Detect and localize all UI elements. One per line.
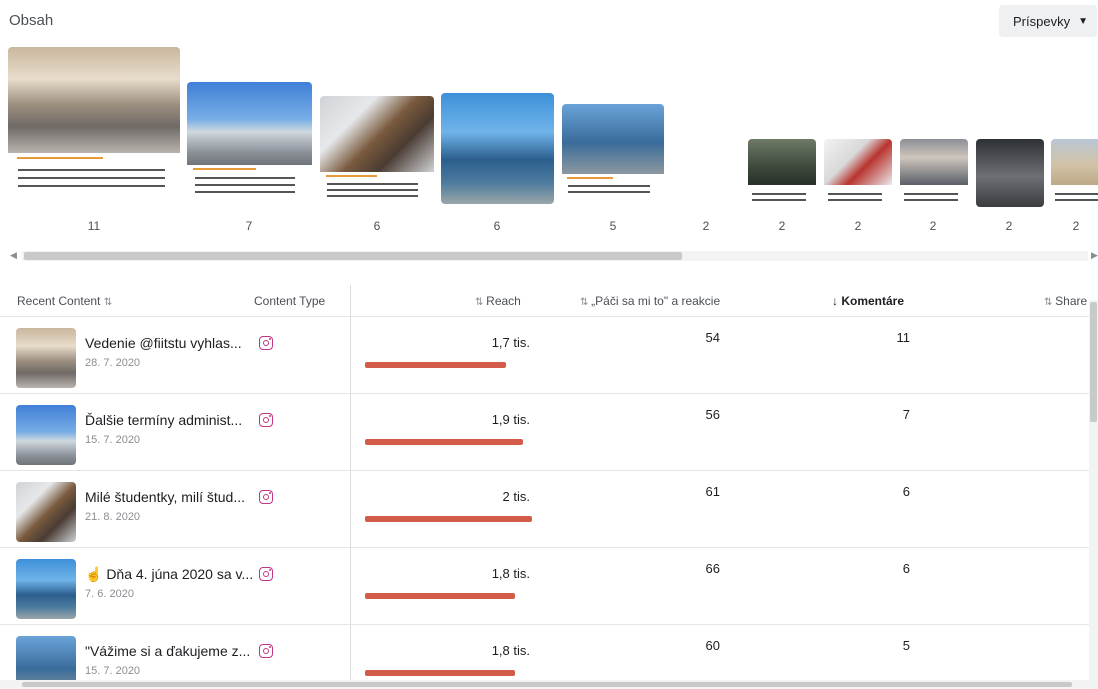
reach-bar bbox=[365, 439, 523, 445]
post-comment-count: 7 bbox=[245, 219, 253, 233]
table-row[interactable]: ☝ Dňa 4. júna 2020 sa v... 7. 6. 2020 1,… bbox=[0, 547, 1090, 624]
likes-value: 56 bbox=[705, 407, 720, 422]
instagram-icon bbox=[259, 567, 273, 581]
post-comment-count: 11 bbox=[87, 219, 101, 233]
table-row[interactable]: Vedenie @fiitstu vyhlas... 28. 7. 2020 1… bbox=[0, 316, 1090, 393]
likes-value: 61 bbox=[705, 484, 720, 499]
column-header-comments[interactable]: ↓ Komentáre bbox=[832, 294, 904, 308]
post-thumbnail[interactable] bbox=[748, 139, 816, 207]
instagram-icon bbox=[259, 336, 273, 350]
post-thumbnail[interactable] bbox=[8, 47, 180, 203]
post-comment-count: 2 bbox=[1072, 219, 1080, 233]
post-thumbnail[interactable] bbox=[16, 405, 76, 465]
strip-horizontal-scrollbar[interactable]: ◀ ▶ bbox=[0, 247, 1098, 265]
table-row[interactable]: Ďalšie termíny administ... 15. 7. 2020 1… bbox=[0, 393, 1090, 470]
post-comment-count: 5 bbox=[609, 219, 617, 233]
sort-icon: ⇅ bbox=[580, 297, 592, 308]
table-header: Recent Content ⇅ Content Type ⇅ Reach ⇅ … bbox=[0, 285, 1098, 317]
sort-icon: ⇅ bbox=[103, 297, 113, 308]
post-date: 21. 8. 2020 bbox=[85, 511, 141, 523]
post-thumbnail[interactable] bbox=[320, 96, 434, 204]
post-thumbnail[interactable] bbox=[562, 104, 664, 204]
table-vertical-scrollbar[interactable] bbox=[1089, 300, 1098, 689]
post-thumbnail[interactable] bbox=[900, 139, 968, 207]
content-table: Recent Content ⇅ Content Type ⇅ Reach ⇅ … bbox=[0, 285, 1098, 689]
reach-value: 1,7 tis. bbox=[491, 335, 530, 350]
post-comment-count: 2 bbox=[929, 219, 937, 233]
post-date: 15. 7. 2020 bbox=[85, 434, 141, 446]
post-date: 15. 7. 2020 bbox=[85, 665, 141, 677]
likes-value: 66 bbox=[705, 561, 720, 576]
scroll-left-arrow-icon[interactable]: ◀ bbox=[10, 250, 17, 261]
scrollbar-thumb[interactable] bbox=[22, 682, 1072, 687]
post-comment-count: 6 bbox=[373, 219, 381, 233]
post-comment-count: 6 bbox=[493, 219, 501, 233]
post-title[interactable]: Vedenie @fiitstu vyhlas... bbox=[85, 335, 242, 351]
comments-value: 11 bbox=[896, 330, 911, 345]
reach-value: 1,8 tis. bbox=[491, 566, 530, 581]
post-comment-count: 2 bbox=[778, 219, 786, 233]
post-type-dropdown[interactable]: Príspevky ▼ bbox=[999, 5, 1097, 37]
caret-down-icon: ▼ bbox=[1078, 15, 1088, 27]
sort-icon: ⇅ bbox=[475, 297, 487, 308]
sort-desc-arrow-icon: ↓ bbox=[832, 294, 842, 308]
post-title[interactable]: Ďalšie termíny administ... bbox=[85, 412, 242, 428]
post-thumbnail[interactable] bbox=[16, 328, 76, 388]
content-header: Obsah Príspevky ▼ bbox=[0, 0, 1098, 44]
scrollbar-thumb[interactable] bbox=[24, 252, 682, 260]
post-thumbnail[interactable] bbox=[16, 482, 76, 542]
dropdown-label: Príspevky bbox=[1013, 13, 1071, 29]
reach-bar bbox=[365, 362, 506, 368]
instagram-icon bbox=[259, 490, 273, 504]
post-thumbnail[interactable] bbox=[1051, 139, 1098, 207]
post-date: 7. 6. 2020 bbox=[85, 588, 134, 600]
column-header-likes[interactable]: ⇅ „Páči sa mi to" a reakcie bbox=[580, 294, 720, 308]
instagram-icon bbox=[259, 413, 273, 427]
table-row[interactable]: Milé študentky, milí štud... 21. 8. 2020… bbox=[0, 470, 1090, 547]
instagram-icon bbox=[259, 644, 273, 658]
post-title[interactable]: ☝ Dňa 4. júna 2020 sa v... bbox=[85, 566, 253, 583]
post-comment-count: 2 bbox=[854, 219, 862, 233]
comments-value: 6 bbox=[902, 484, 910, 499]
reach-value: 1,9 tis. bbox=[491, 412, 530, 427]
sort-icon: ⇅ bbox=[1044, 297, 1056, 308]
post-thumbnail[interactable] bbox=[441, 93, 554, 204]
scroll-right-arrow-icon[interactable]: ▶ bbox=[1091, 250, 1098, 261]
scrollbar-thumb[interactable] bbox=[1090, 302, 1097, 422]
reach-bar bbox=[365, 593, 515, 599]
likes-value: 54 bbox=[705, 330, 720, 345]
post-comment-count: 2 bbox=[702, 219, 710, 233]
column-header-reach[interactable]: ⇅ Reach bbox=[475, 294, 521, 308]
column-header-shares[interactable]: ⇅ Share bbox=[1044, 294, 1087, 308]
comments-value: 6 bbox=[902, 561, 910, 576]
post-comment-count: 2 bbox=[1005, 219, 1013, 233]
post-thumbnail[interactable] bbox=[824, 139, 892, 207]
post-thumbnail[interactable] bbox=[16, 559, 76, 619]
comments-value: 5 bbox=[902, 638, 910, 653]
likes-value: 60 bbox=[705, 638, 720, 653]
reach-bar bbox=[365, 670, 515, 676]
column-header-content-type[interactable]: Content Type bbox=[254, 294, 325, 308]
post-thumbnail[interactable] bbox=[976, 139, 1044, 207]
comments-value: 7 bbox=[902, 407, 910, 422]
post-title[interactable]: Milé študentky, milí štud... bbox=[85, 489, 245, 505]
reach-value: 2 tis. bbox=[502, 489, 530, 504]
posts-strip: 11 7 6 6 5 2 2 2 2 2 2 bbox=[0, 44, 1098, 244]
post-thumbnail[interactable] bbox=[187, 82, 312, 203]
post-date: 28. 7. 2020 bbox=[85, 357, 141, 369]
table-horizontal-scrollbar[interactable] bbox=[0, 680, 1098, 689]
post-title[interactable]: "Vážime si a ďakujeme z... bbox=[85, 643, 250, 659]
reach-bar bbox=[365, 516, 532, 522]
column-header-recent-content[interactable]: Recent Content ⇅ bbox=[17, 294, 112, 308]
reach-value: 1,8 tis. bbox=[491, 643, 530, 658]
page-title: Obsah bbox=[9, 12, 54, 29]
